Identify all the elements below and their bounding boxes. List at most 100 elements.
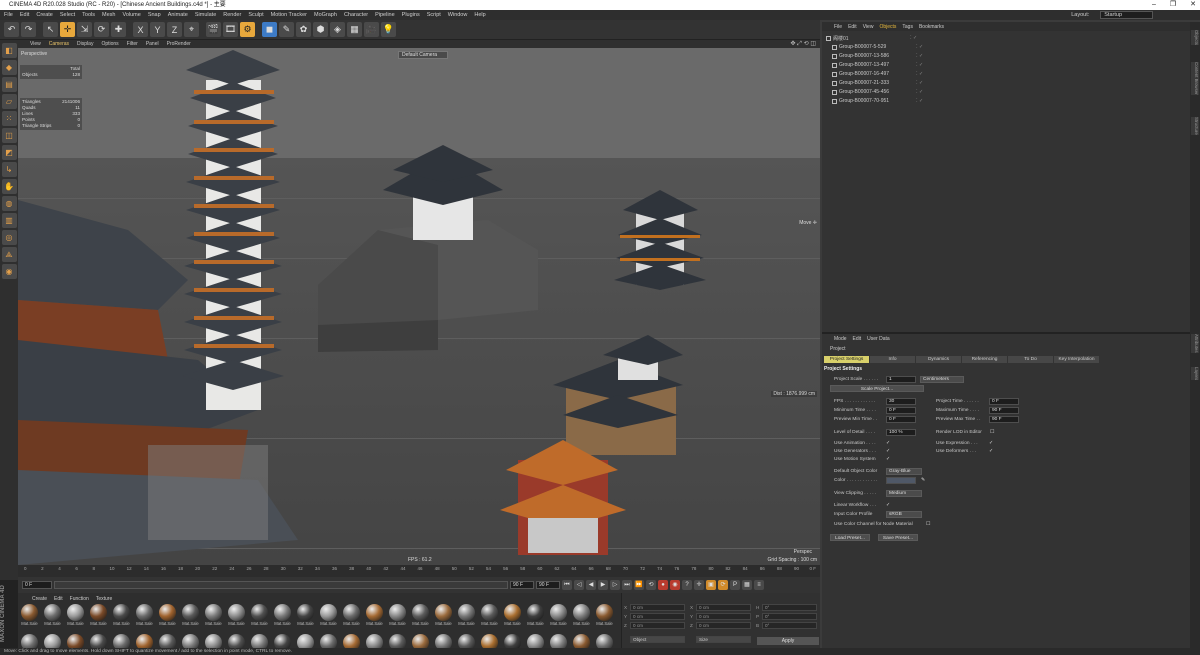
quantize-icon[interactable]: ▥ <box>1 213 17 228</box>
attribute-menu-edit[interactable]: Edit <box>853 336 862 342</box>
rotation-p-field[interactable]: 0° <box>762 613 817 620</box>
viewport-menu-view[interactable]: View <box>30 41 41 47</box>
material-swatch[interactable]: Mat.Sale <box>112 604 131 626</box>
object-menu-bookmarks[interactable]: Bookmarks <box>919 24 944 30</box>
preview-max-field[interactable]: 90 F <box>989 416 1019 423</box>
solo-icon[interactable]: ◉ <box>1 264 17 279</box>
object-row[interactable]: Group-B00007-45-456 ⁚ ✓ <box>832 88 932 96</box>
visibility-dots-icon[interactable]: ⁚ ✓ <box>916 98 923 104</box>
material-swatch[interactable]: Mat.Sale <box>434 604 453 626</box>
project-time-field[interactable]: 0 F <box>989 398 1019 405</box>
project-scale-unit-dropdown[interactable]: Centimeters <box>920 376 964 383</box>
maximize-button[interactable]: ❐ <box>1170 0 1176 10</box>
cloner-icon[interactable]: ⬢ <box>313 22 328 37</box>
material-swatch[interactable]: Mat.Sale <box>526 604 545 626</box>
material-swatch[interactable]: Mat.Sale <box>365 604 384 626</box>
material-swatch[interactable]: Mat.Sale <box>595 604 614 626</box>
start-frame-field[interactable]: 0 F <box>22 581 52 589</box>
use-deformers-checkbox[interactable]: ✓ <box>989 448 993 454</box>
floor-icon[interactable]: ▦ <box>347 22 362 37</box>
use-animation-checkbox[interactable]: ✓ <box>886 440 890 446</box>
material-swatch[interactable]: Mat.Sale <box>503 604 522 626</box>
attribute-menu-user-data[interactable]: User Data <box>867 336 890 342</box>
position-y-field[interactable]: 0 cm <box>630 613 685 620</box>
menu-script[interactable]: Script <box>427 12 441 18</box>
size-mode-dropdown[interactable]: Size <box>696 636 751 643</box>
material-swatch[interactable]: Mat.Sale <box>296 604 315 626</box>
render-settings-icon[interactable]: ⚙ <box>240 22 255 37</box>
keyframe-selection-icon[interactable]: ? <box>682 580 692 590</box>
fps-field[interactable]: 30 <box>886 398 916 405</box>
min-time-field[interactable]: 0 F <box>886 407 916 414</box>
menu-sculpt[interactable]: Sculpt <box>248 12 263 18</box>
rotation-b-field[interactable]: 0° <box>762 622 817 629</box>
object-menu-view[interactable]: View <box>863 24 874 30</box>
render-view-icon[interactable]: 🎬 <box>206 22 221 37</box>
viewport-menu-options[interactable]: Options <box>101 41 118 47</box>
menu-motion-tracker[interactable]: Motion Tracker <box>271 12 307 18</box>
preview-min-field[interactable]: 0 F <box>886 416 916 423</box>
material-swatch[interactable]: Mat.Sale <box>204 604 223 626</box>
save-preset-button[interactable]: Save Preset... <box>878 534 918 541</box>
texture-mode-icon[interactable]: ▤ <box>1 77 17 92</box>
viewport-nav-icons[interactable]: ✥ ⤢ ⟲ ◫ <box>790 40 816 48</box>
object-menu-tags[interactable]: Tags <box>902 24 913 30</box>
prev-key-icon[interactable]: ◁ <box>574 580 584 590</box>
menu-character[interactable]: Character <box>344 12 368 18</box>
lod-field[interactable]: 100 % <box>886 429 916 436</box>
coordinate-system-icon[interactable]: ⌖ <box>184 22 199 37</box>
use-color-channel-checkbox[interactable]: ☐ <box>926 521 930 527</box>
tab-dynamics[interactable]: Dynamics <box>916 356 961 363</box>
menu-snap[interactable]: Snap <box>148 12 161 18</box>
camera-icon[interactable]: 🎥 <box>364 22 379 37</box>
light-icon[interactable]: 💡 <box>381 22 396 37</box>
viewport-menu-display[interactable]: Display <box>77 41 93 47</box>
material-swatch[interactable]: Mat.Sale <box>273 604 292 626</box>
pla-key-icon[interactable]: ▦ <box>742 580 752 590</box>
menu-pipeline[interactable]: Pipeline <box>375 12 395 18</box>
tweak-mode-icon[interactable]: ✋ <box>1 179 17 194</box>
object-menu-edit[interactable]: Edit <box>848 24 857 30</box>
menu-animate[interactable]: Animate <box>168 12 188 18</box>
view-clipping-dropdown[interactable]: Medium <box>886 490 922 497</box>
material-menu-texture[interactable]: Texture <box>96 596 112 602</box>
menu-simulate[interactable]: Simulate <box>195 12 216 18</box>
goto-end-icon[interactable]: ⏩ <box>634 580 644 590</box>
next-key-icon[interactable]: ⏭ <box>622 580 632 590</box>
size-y-field[interactable]: 0 cm <box>696 613 751 620</box>
material-swatch[interactable]: Mat.Sale <box>89 604 108 626</box>
size-x-field[interactable]: 0 cm <box>696 604 751 611</box>
material-swatch[interactable]: Mat.Sale <box>250 604 269 626</box>
move-tool-icon[interactable]: ✛ <box>60 22 75 37</box>
side-tab-objects[interactable]: Objects <box>1191 30 1199 45</box>
visibility-dots-icon[interactable]: ⁚ ✓ <box>916 89 923 95</box>
viewport-menu-panel[interactable]: Panel <box>146 41 159 47</box>
tab-to-do[interactable]: To Do <box>1008 356 1053 363</box>
end-frame-field[interactable]: 90 F <box>510 581 534 589</box>
color-swatch[interactable] <box>886 477 916 484</box>
material-swatch[interactable]: Mat.Sale <box>43 604 62 626</box>
project-scale-field[interactable]: 1 <box>886 376 916 383</box>
menu-help[interactable]: Help <box>474 12 485 18</box>
viewport-menu-cameras[interactable]: Cameras <box>49 41 69 47</box>
linear-workflow-checkbox[interactable]: ✓ <box>886 502 890 508</box>
preview-end-field[interactable]: 90 F <box>536 581 560 589</box>
axis-mode-icon[interactable]: ↳ <box>1 162 17 177</box>
menu-window[interactable]: Window <box>448 12 468 18</box>
object-row[interactable]: Group-B00007-70-951 ⁚ ✓ <box>832 97 932 105</box>
menu-plugins[interactable]: Plugins <box>402 12 420 18</box>
tab-referencing[interactable]: Referencing <box>962 356 1007 363</box>
max-time-field[interactable]: 90 F <box>989 407 1019 414</box>
layout-dropdown[interactable]: Startup <box>1100 11 1153 19</box>
object-row[interactable]: 阁楼01 ⁚ ✓ <box>826 34 926 42</box>
tab-key-interpolation[interactable]: Key Interpolation <box>1054 356 1099 363</box>
menu-select[interactable]: Select <box>60 12 75 18</box>
use-generators-checkbox[interactable]: ✓ <box>886 448 890 454</box>
redo-icon[interactable]: ↷ <box>21 22 36 37</box>
tab-info[interactable]: Info <box>870 356 915 363</box>
menu-mograph[interactable]: MoGraph <box>314 12 337 18</box>
move-key-icon[interactable]: ✛ <box>694 580 704 590</box>
axis-y-button[interactable]: Y <box>150 22 165 37</box>
material-swatch[interactable]: Mat.Sale <box>158 604 177 626</box>
material-menu-function[interactable]: Function <box>70 596 89 602</box>
